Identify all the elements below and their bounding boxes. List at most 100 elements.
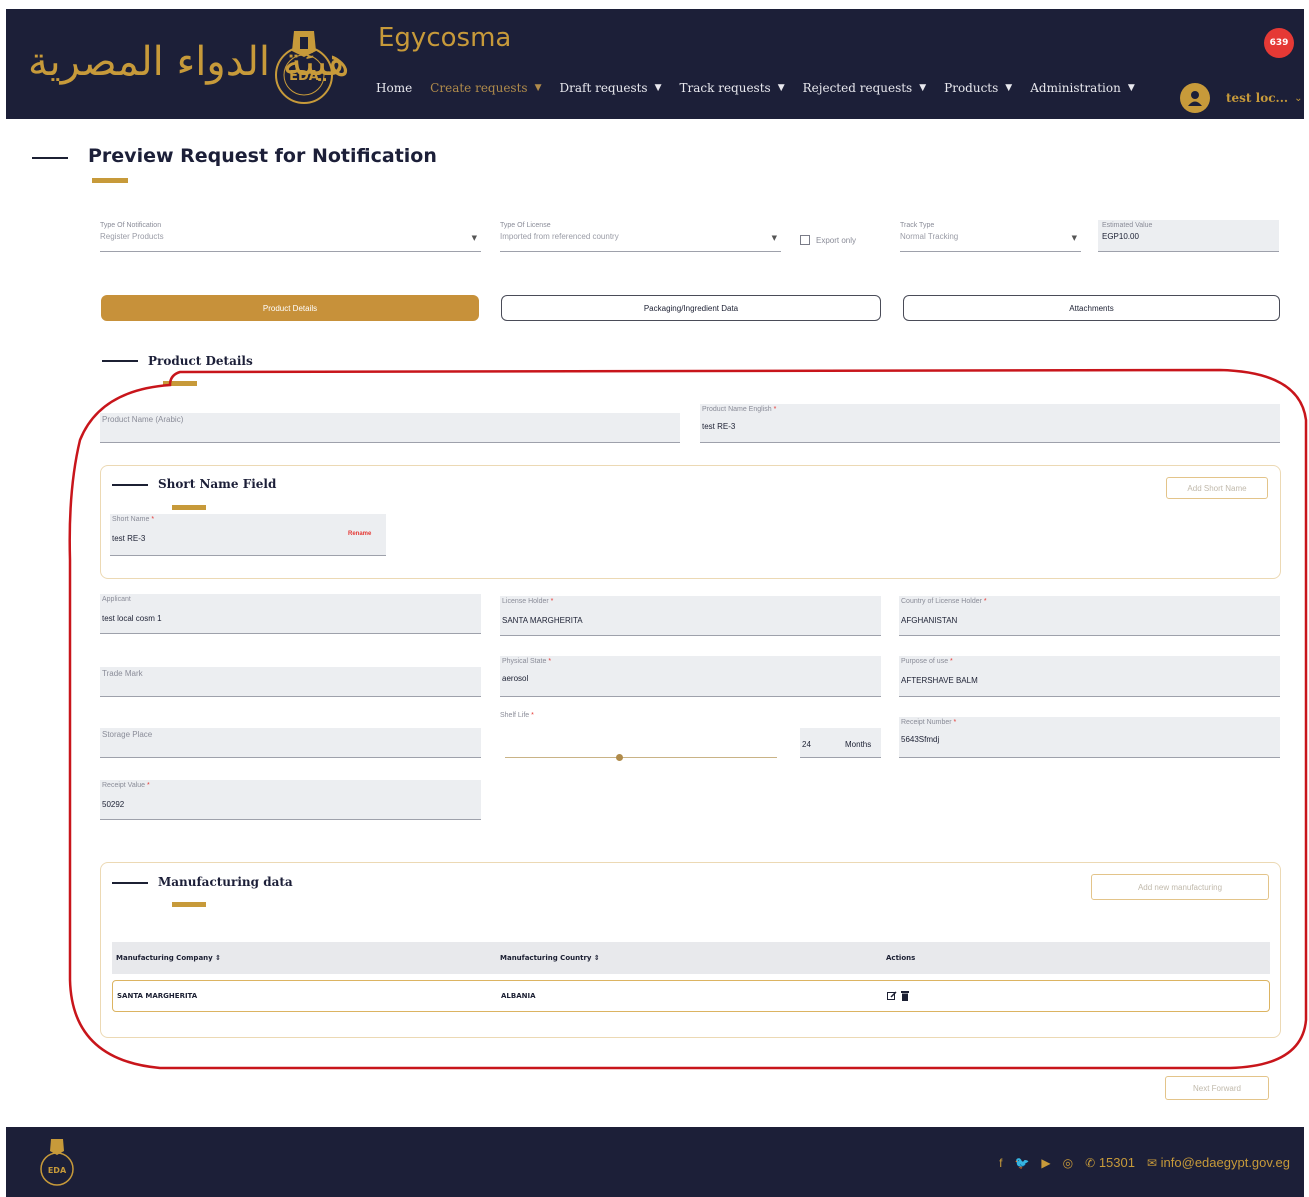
checkbox-label: Export only: [816, 235, 857, 245]
field-label: License Holder *: [502, 598, 879, 608]
rename-link[interactable]: Rename: [348, 531, 371, 537]
notification-type-select[interactable]: Type Of Notification Register Products ▼: [100, 222, 481, 252]
dropdown-arrow-icon: ▼: [1071, 234, 1077, 242]
top-header: هيئة الدواء المصرية EDA Egycosma Home Cre…: [6, 9, 1304, 119]
applicant-field[interactable]: Applicant test local cosm 1: [100, 594, 481, 634]
nav-item-label: Home: [376, 81, 413, 95]
chevron-down-icon: ▼: [1005, 83, 1013, 93]
required-marker: *: [550, 598, 554, 605]
chevron-down-icon: ⌄: [1294, 92, 1303, 104]
delete-icon[interactable]: [901, 991, 909, 1001]
field-label: Product Name (Arabic): [102, 415, 184, 424]
field-label: Type Of License: [500, 222, 551, 229]
field-value: Normal Tracking: [900, 232, 959, 241]
field-label: Country of License Holder *: [901, 598, 1278, 608]
nav-item-administration[interactable]: Administration ▼: [1030, 81, 1135, 95]
storage-place-field[interactable]: Storage Place: [100, 728, 481, 758]
field-label: Receipt Value *: [102, 782, 479, 792]
edit-icon[interactable]: [887, 991, 897, 1001]
field-value: AFGHANISTAN: [901, 616, 958, 625]
field-value: 24: [802, 740, 811, 749]
section-underline: [163, 381, 197, 386]
nav-item-label: Create requests: [430, 81, 528, 95]
field-label-text: Product Name English: [702, 406, 772, 413]
instagram-icon[interactable]: ◎: [1063, 1156, 1073, 1170]
tab-attachments[interactable]: Attachments: [903, 295, 1280, 321]
required-marker: *: [151, 516, 155, 523]
field-value: test local cosm 1: [102, 614, 162, 623]
field-label: Type Of Notification: [100, 222, 162, 229]
field-label-text: Purpose of use: [901, 658, 949, 665]
shelf-life-input[interactable]: 24 Months: [800, 728, 881, 758]
add-short-name-button[interactable]: Add Short Name: [1166, 477, 1268, 499]
field-value: aerosol: [502, 674, 529, 683]
field-value: test RE-3: [702, 422, 736, 431]
youtube-icon[interactable]: ▶: [1041, 1156, 1050, 1170]
shelf-life-slider-track[interactable]: [505, 757, 777, 758]
nav-item-label: Rejected requests: [802, 81, 913, 95]
chevron-down-icon: ▼: [777, 83, 785, 93]
chevron-down-icon: ▼: [534, 83, 542, 93]
nav-item-products[interactable]: Products ▼: [944, 81, 1012, 95]
row-actions: [887, 991, 909, 1001]
nav-item-draft-requests[interactable]: Draft requests ▼: [560, 81, 662, 95]
twitter-icon[interactable]: 🐦: [1014, 1156, 1029, 1170]
add-manufacturing-button[interactable]: Add new manufacturing: [1091, 874, 1269, 900]
field-label: Receipt Number *: [901, 719, 1278, 729]
country-license-holder-field[interactable]: Country of License Holder * AFGHANISTAN: [899, 596, 1280, 636]
export-only-checkbox[interactable]: Export only: [800, 235, 856, 245]
next-forward-button[interactable]: Next Forward: [1165, 1076, 1269, 1100]
section-dash: [102, 360, 138, 362]
receipt-number-field[interactable]: Receipt Number * 5643Sfmdj: [899, 717, 1280, 758]
section-underline: [172, 505, 206, 510]
field-value: test RE-3: [112, 534, 146, 543]
tab-product-details[interactable]: Product Details: [101, 295, 479, 321]
user-menu[interactable]: test loc... ⌄: [1180, 83, 1302, 113]
required-marker: *: [773, 406, 777, 413]
trade-mark-field[interactable]: Trade Mark: [100, 667, 481, 697]
chevron-down-icon: ▼: [919, 83, 927, 93]
nav-item-home[interactable]: Home: [376, 81, 412, 95]
main-nav: Home Create requests ▼ Draft requests ▼ Track…: [376, 81, 1153, 95]
nav-item-track-requests[interactable]: Track requests ▼: [680, 81, 785, 95]
checkbox-box[interactable]: [800, 235, 810, 245]
column-header-company[interactable]: Manufacturing Company ⇕: [116, 954, 221, 962]
field-label-text: Short Name: [112, 516, 150, 523]
required-marker: *: [531, 712, 534, 719]
shelf-life-slider-handle[interactable]: [616, 754, 624, 761]
track-type-select[interactable]: Track Type Normal Tracking ▼: [900, 222, 1081, 252]
estimated-value-field[interactable]: Estimated Value EGP10.00: [1098, 220, 1279, 252]
email-contact[interactable]: ✉ info@edaegypt.gov.eg: [1147, 1155, 1290, 1170]
license-type-select[interactable]: Type Of License Imported from referenced…: [500, 222, 781, 252]
facebook-icon[interactable]: f: [999, 1156, 1002, 1170]
field-value: Register Products: [100, 232, 164, 241]
physical-state-field[interactable]: Physical State * aerosol: [500, 656, 881, 697]
field-label-text: Shelf Life: [500, 712, 530, 719]
field-value: 5643Sfmdj: [901, 735, 940, 744]
nav-item-label: Administration: [1030, 81, 1121, 95]
product-name-english-field[interactable]: Product Name English * test RE-3: [700, 404, 1280, 443]
field-label: Product Name English *: [702, 406, 1278, 416]
field-label: Applicant: [102, 596, 131, 603]
purpose-of-use-field[interactable]: Purpose of use * AFTERSHAVE BALM: [899, 656, 1280, 697]
eda-logo: EDA: [275, 31, 333, 104]
product-details-heading: Product Details: [148, 354, 253, 368]
cell-company: SANTA MARGHERITA: [117, 992, 198, 1000]
title-underline: [92, 178, 128, 183]
eda-footer-logo: EDA: [40, 1139, 74, 1186]
user-avatar-icon: [1180, 83, 1210, 113]
nav-item-create-requests[interactable]: Create requests ▼: [430, 81, 541, 95]
short-name-field[interactable]: Short Name * test RE-3: [110, 514, 386, 556]
product-name-arabic-field[interactable]: Product Name (Arabic): [100, 413, 680, 443]
tab-packaging-ingredient[interactable]: Packaging/Ingredient Data: [501, 295, 881, 321]
field-value: Imported from referenced country: [500, 232, 619, 241]
license-holder-field[interactable]: License Holder * SANTA MARGHERITA: [500, 596, 881, 636]
notification-badge[interactable]: 639: [1264, 28, 1294, 58]
cell-country: ALBANIA: [501, 992, 536, 1000]
field-label: Short Name *: [112, 516, 384, 526]
phone-number: 15301: [1098, 1155, 1135, 1170]
required-marker: *: [950, 658, 953, 665]
column-header-country[interactable]: Manufacturing Country ⇕: [500, 954, 600, 962]
receipt-value-field[interactable]: Receipt Value * 50292: [100, 780, 481, 820]
nav-item-rejected-requests[interactable]: Rejected requests ▼: [803, 81, 927, 95]
